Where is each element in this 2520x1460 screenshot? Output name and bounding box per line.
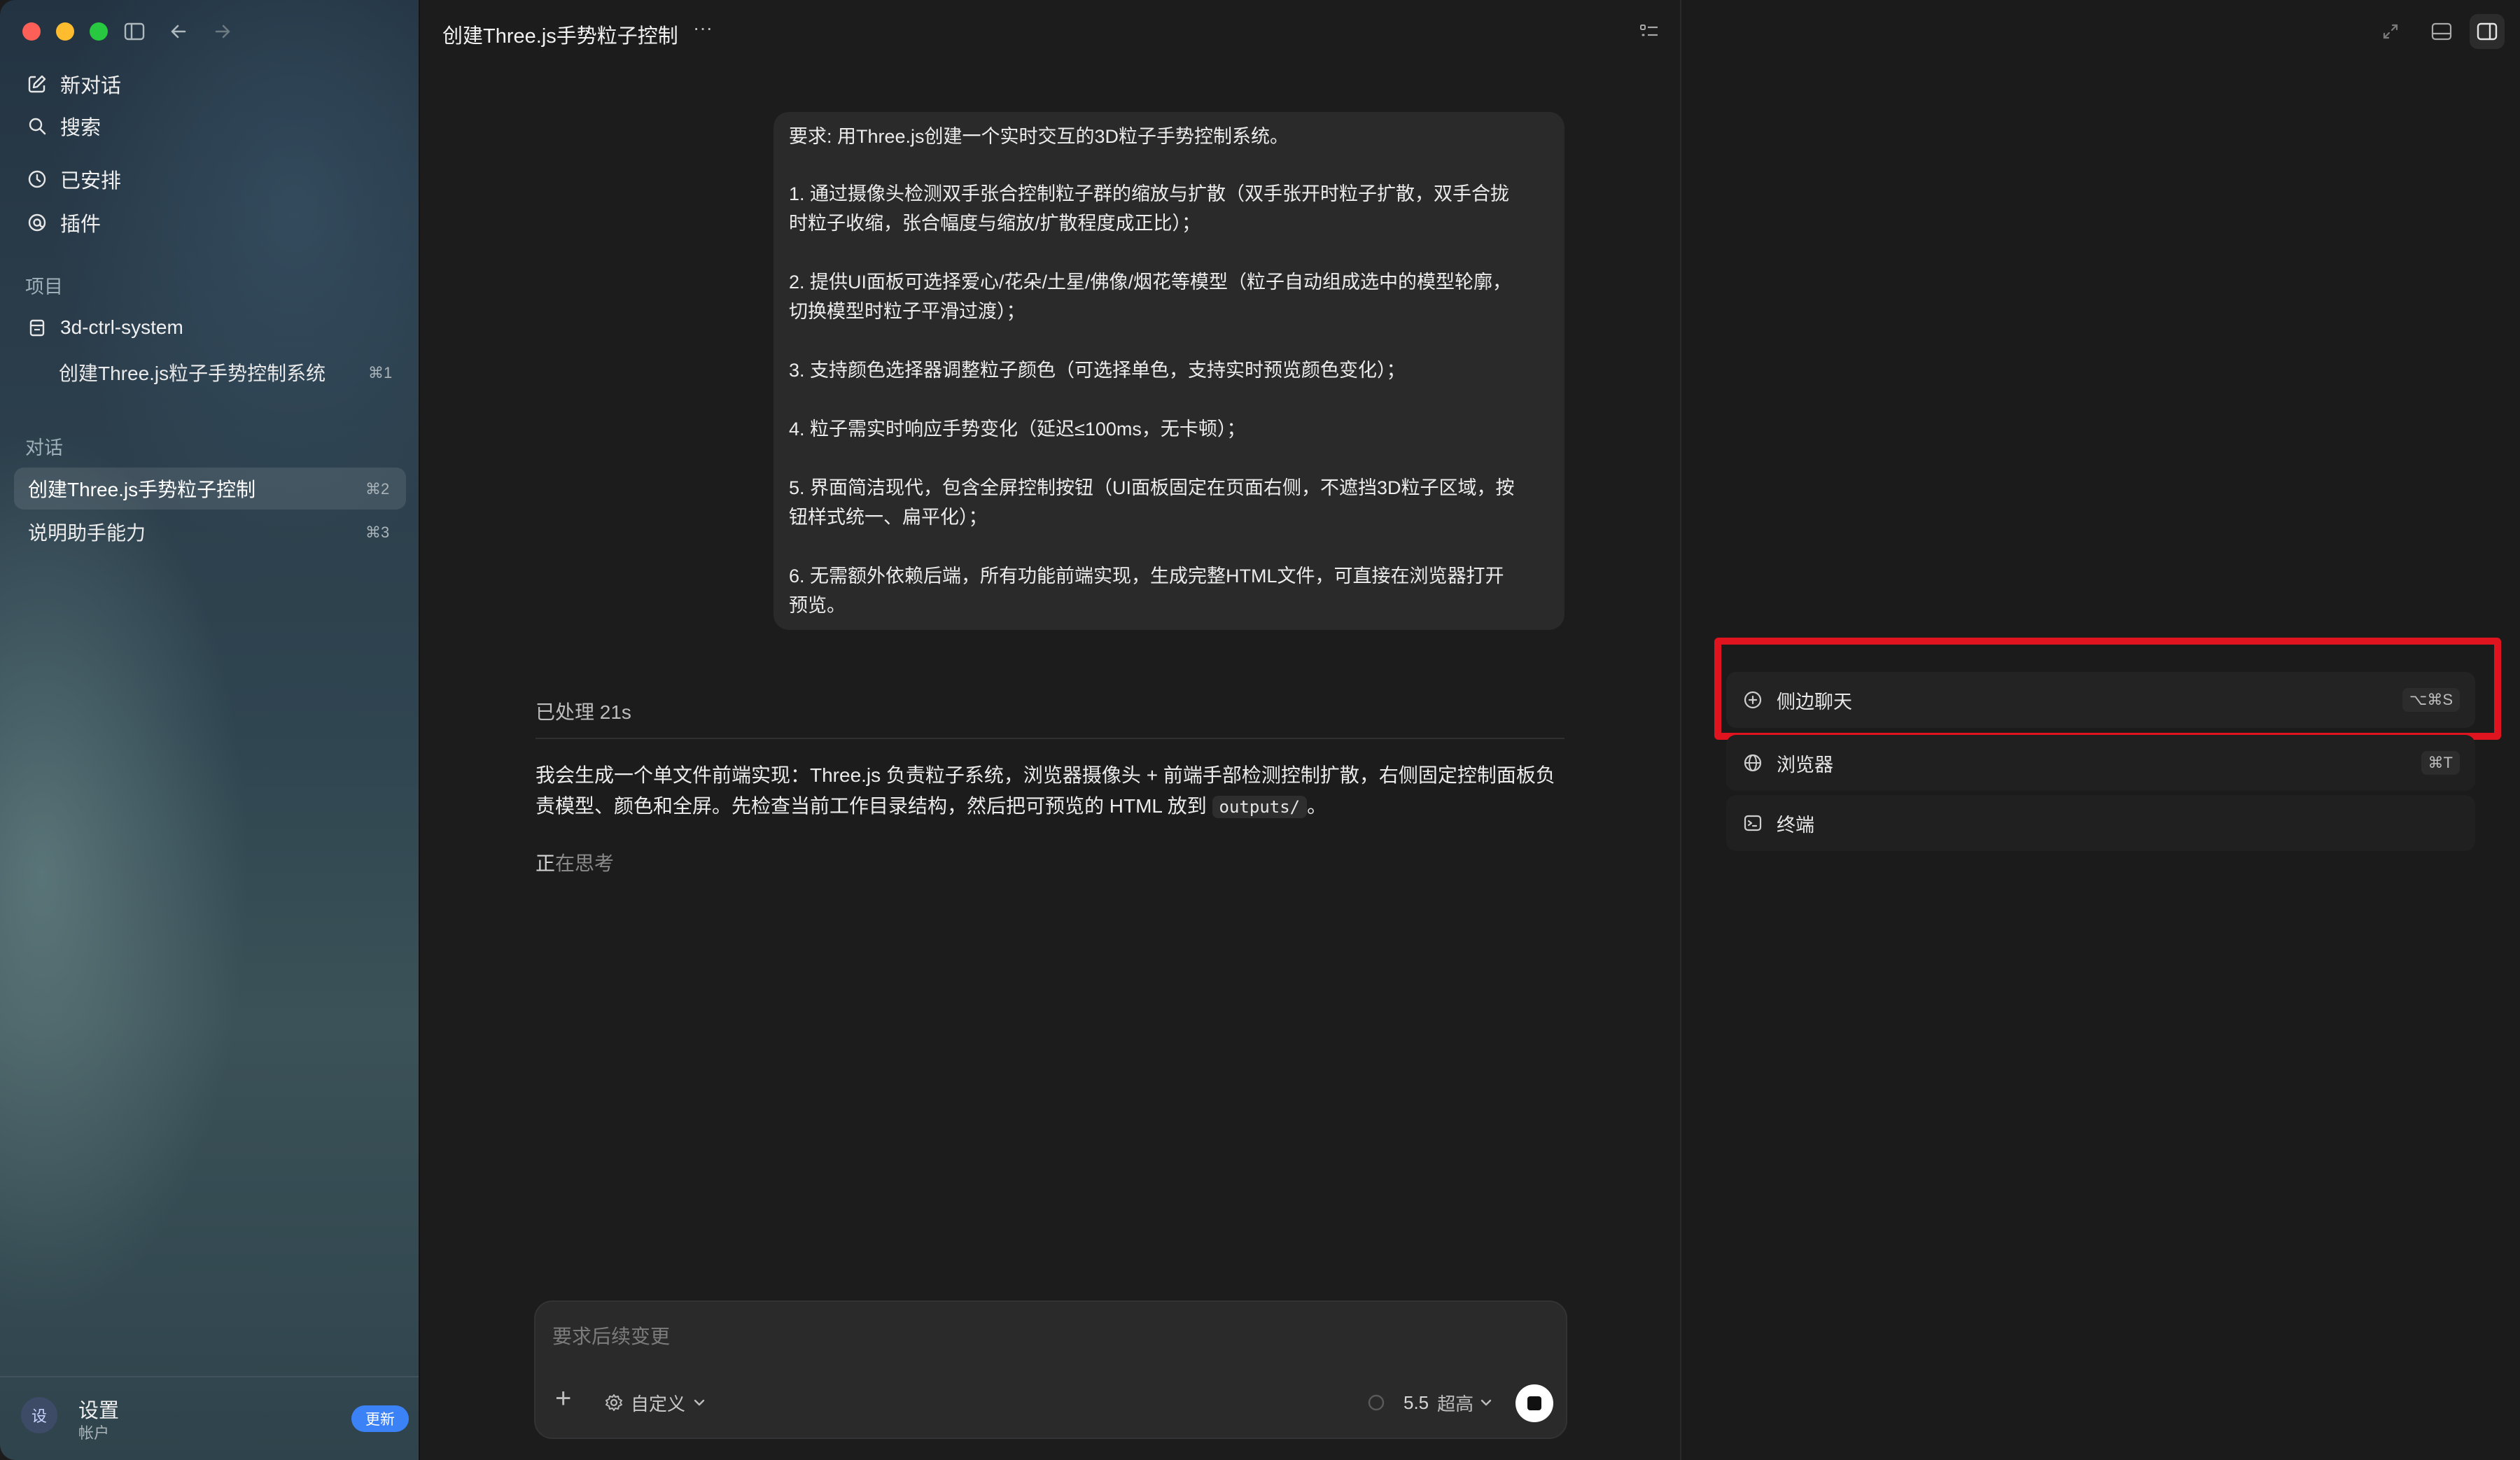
settings-label: 设置	[78, 1400, 120, 1422]
message-line: 时粒子收缩，张合幅度与缩放/扩散程度成正比）；	[789, 213, 1201, 234]
sidebar-toggle-icon[interactable]	[123, 21, 146, 42]
sidebar-footer-divider	[0, 1376, 419, 1377]
shortcut-label: ⌘1	[368, 364, 393, 381]
sidebar-item-search[interactable]: 搜索	[25, 105, 101, 147]
globe-icon	[1742, 752, 1764, 774]
projects-heading: 项目	[25, 276, 63, 297]
terminal-icon	[1742, 812, 1764, 834]
more-options-button[interactable]: ···	[693, 17, 713, 39]
sidebar-item-label: 已安排	[60, 170, 122, 192]
conversation-label: 创建Three.js手势粒子控制	[28, 479, 256, 500]
account-label: 帐户	[78, 1424, 110, 1442]
terminal-option[interactable]: 终端	[1726, 795, 2475, 851]
right-panel-toggle-icon[interactable]	[2470, 14, 2505, 49]
conversation-item-active[interactable]: 创建Three.js手势粒子控制	[14, 468, 406, 510]
zoom-window-button[interactable]	[90, 22, 108, 41]
avatar-letter: 设	[31, 1408, 47, 1425]
browser-option[interactable]: 浏览器 ⌘T	[1726, 735, 2475, 791]
outline-icon[interactable]	[1638, 21, 1660, 42]
shortcut-label: ⌥⌘S	[2402, 688, 2460, 712]
sidebar-item-label: 新对话	[60, 75, 122, 97]
project-thread-item[interactable]: 创建Three.js粒子手势控制系统	[59, 351, 409, 393]
bottom-panel-toggle-icon[interactable]	[2430, 21, 2453, 42]
message-line: 4. 粒子需实时响应手势变化（延迟≤100ms，无卡顿）；	[789, 419, 1246, 440]
settings-account-button[interactable]: 设 设置 帐户	[17, 1389, 269, 1445]
message-line: 1. 通过摄像头检测双手张合控制粒子群的缩放与扩散（双手张开时粒子扩散，双手合拢	[789, 183, 1510, 204]
message-line: 5. 界面简洁现代，包含全屏控制按钮（UI面板固定在页面右侧，不遮挡3D粒子区域…	[789, 477, 1515, 498]
sidebar-item-label: 搜索	[60, 117, 102, 139]
chevron-down-icon	[1479, 1396, 1493, 1410]
avatar: 设	[21, 1397, 57, 1433]
message-line: 3. 支持颜色选择器调整粒子颜色（可选择单色，支持实时预览颜色变化）；	[789, 360, 1406, 381]
side-chat-option[interactable]: 侧边聊天 ⌥⌘S	[1726, 672, 2475, 728]
inline-code: outputs/	[1212, 796, 1308, 818]
message-line: 2. 提供UI面板可选择爱心/花朵/土星/佛像/烟花等模型（粒子自动组成选中的模…	[789, 272, 1512, 293]
message-line: 钮样式统一、扁平化）；	[789, 507, 988, 528]
assistant-message-line-2: 责模型、颜色和全屏。先检查当前工作目录结构，然后把可预览的 HTML 放到 ou…	[536, 791, 1326, 822]
browser-label: 浏览器	[1777, 754, 1833, 775]
stop-button[interactable]	[1516, 1384, 1553, 1422]
minimize-window-button[interactable]	[56, 22, 74, 41]
side-chat-label: 侧边聊天	[1777, 691, 1852, 713]
search-icon	[25, 114, 49, 138]
project-name: 3d-ctrl-system	[60, 316, 183, 338]
message-line: 切换模型时粒子平滑过渡）；	[789, 301, 1026, 322]
user-message-bubble: 要求: 用Three.js创建一个实时交互的3D粒子手势控制系统。 1. 通过摄…	[774, 112, 1564, 630]
conversations-heading: 对话	[25, 437, 63, 458]
composer: 要求后续变更 + 自定义 5.5 超高	[534, 1300, 1567, 1439]
clock-icon	[25, 167, 49, 191]
composer-input[interactable]: 要求后续变更	[552, 1321, 1546, 1355]
thinking-status: 正在思考	[536, 848, 614, 876]
expand-icon[interactable]	[2380, 21, 2401, 42]
context-usage-icon[interactable]	[1366, 1393, 1386, 1412]
compose-icon	[25, 72, 49, 96]
thinking-text-highlight: 正	[536, 852, 556, 874]
sidebar-item-scheduled[interactable]: 已安排	[25, 158, 121, 200]
conversation-item[interactable]: 说明助手能力	[14, 511, 406, 553]
conversation-label: 说明助手能力	[28, 522, 146, 544]
shortcut-label: ⌘T	[2421, 751, 2460, 775]
plugin-icon	[25, 211, 49, 234]
permission-mode-label: 自定义	[631, 1393, 686, 1415]
sidebar-item-plugins[interactable]: 插件	[25, 202, 101, 244]
message-line: 要求: 用Three.js创建一个实时交互的3D粒子手势控制系统。	[789, 126, 1289, 147]
sidebar-item-new-chat[interactable]: 新对话	[25, 63, 121, 105]
assistant-text: 责模型、颜色和全屏。先检查当前工作目录结构，然后把可预览的 HTML 放到	[536, 795, 1207, 817]
shortcut-label: ⌘2	[365, 480, 390, 498]
model-selector[interactable]: 5.5 超高	[1404, 1389, 1493, 1417]
back-arrow-icon[interactable]	[168, 21, 189, 42]
gear-icon	[604, 1393, 624, 1412]
shortcut-label: ⌘3	[365, 524, 390, 541]
project-thread-label: 创建Three.js粒子手势控制系统	[59, 363, 326, 384]
permission-mode-dropdown[interactable]: 自定义	[604, 1389, 706, 1417]
add-attachment-button[interactable]: +	[555, 1384, 571, 1412]
model-version: 5.5	[1404, 1391, 1429, 1413]
processed-divider	[536, 738, 1564, 739]
page-title: 创建Three.js手势粒子控制	[442, 25, 678, 48]
plus-circle-icon	[1742, 689, 1764, 711]
stop-icon	[1527, 1396, 1541, 1410]
assistant-message-line: 我会生成一个单文件前端实现：Three.js 负责粒子系统，浏览器摄像头 + 前…	[536, 764, 1555, 786]
processed-status[interactable]: 已处理 21s	[536, 697, 631, 725]
assistant-text: 。	[1307, 795, 1327, 817]
project-item[interactable]: 3d-ctrl-system	[25, 307, 183, 349]
close-window-button[interactable]	[22, 22, 41, 41]
chevron-down-icon	[692, 1396, 706, 1410]
folder-icon	[25, 316, 49, 339]
message-line: 预览。	[789, 595, 846, 616]
forward-arrow-icon[interactable]	[212, 21, 233, 42]
sidebar-item-label: 插件	[60, 213, 102, 236]
model-level: 超高	[1437, 1393, 1474, 1415]
update-badge[interactable]: 更新	[351, 1405, 409, 1432]
sidebar: 新对话 搜索 已安排 插件 项目 3d-ctrl-system 创建Three.…	[0, 0, 420, 1460]
terminal-label: 终端	[1777, 814, 1814, 836]
update-badge-label: 更新	[365, 1412, 395, 1428]
thinking-text: 在思考	[555, 852, 615, 874]
message-line: 6. 无需额外依赖后端，所有功能前端实现，生成完整HTML文件，可直接在浏览器打…	[789, 566, 1504, 587]
